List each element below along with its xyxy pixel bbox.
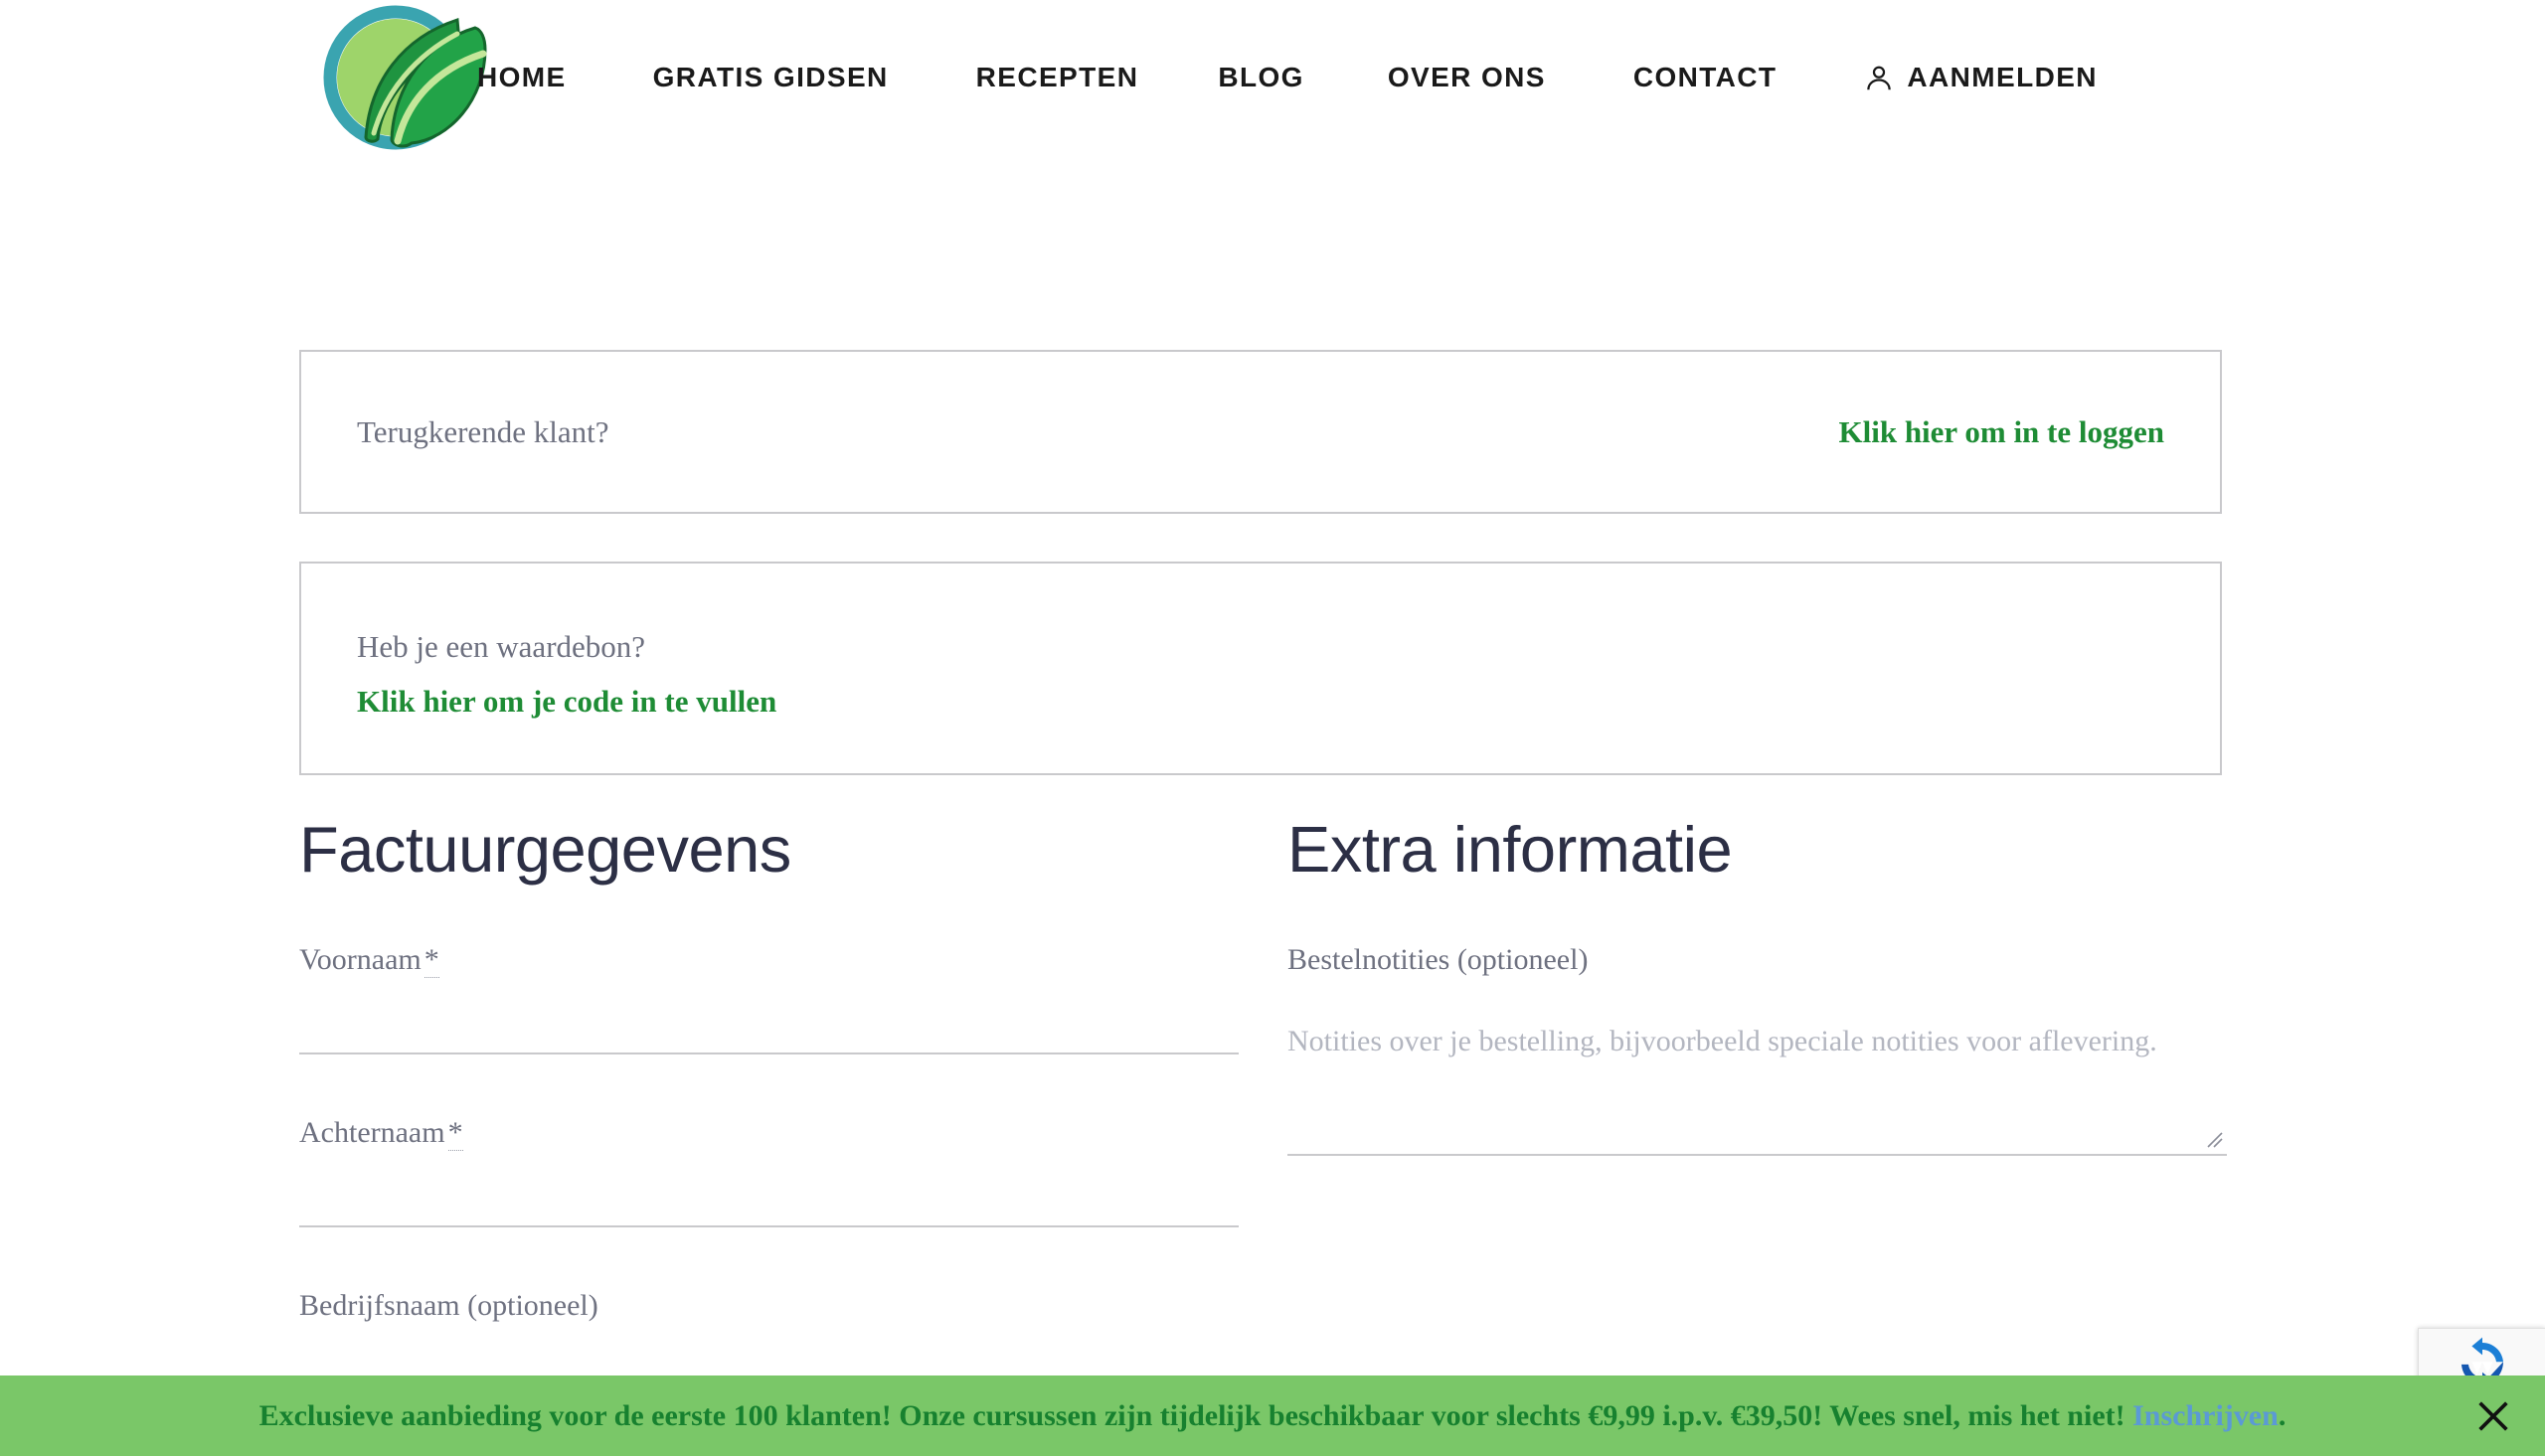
site-logo[interactable] — [308, 0, 497, 179]
nav-item-home[interactable]: HOME — [477, 62, 567, 93]
coupon-link[interactable]: Klik hier om je code in te vullen — [357, 684, 2164, 720]
checkout-page: HOME GRATIS GIDSEN RECEPTEN BLOG OVER ON… — [0, 0, 2545, 1456]
bestelnotities-textarea[interactable] — [1287, 1058, 2227, 1156]
field-achternaam-label: Achternaam * — [299, 1116, 463, 1151]
billing-section: Factuurgegevens Voornaam * Achternaam * Be… — [299, 817, 1239, 1400]
nav-item-blog[interactable]: BLOG — [1218, 62, 1303, 93]
field-achternaam: Achternaam * — [299, 1116, 1239, 1227]
promo-close-button[interactable] — [2473, 1396, 2513, 1436]
nav-item-over-ons[interactable]: OVER ONS — [1388, 62, 1546, 93]
promo-message-text: Exclusieve aanbieding voor de eerste 100… — [258, 1398, 2133, 1432]
nav-item-aanmelden[interactable]: AANMELDEN — [1864, 62, 2097, 93]
field-bedrijfsnaam-label: Bedrijfsnaam (optioneel) — [299, 1289, 598, 1322]
voornaam-input[interactable] — [299, 979, 1239, 1054]
close-icon — [2478, 1400, 2508, 1431]
required-marker: * — [447, 1116, 463, 1151]
site-header: HOME GRATIS GIDSEN RECEPTEN BLOG OVER ON… — [0, 0, 2545, 181]
main-navigation: HOME GRATIS GIDSEN RECEPTEN BLOG OVER ON… — [477, 62, 2098, 93]
nav-item-aanmelden-label: AANMELDEN — [1907, 62, 2098, 92]
promo-message: Exclusieve aanbieding voor de eerste 100… — [259, 1399, 2287, 1433]
field-voornaam: Voornaam * — [299, 943, 1239, 1054]
billing-title: Factuurgegevens — [299, 813, 791, 886]
returning-customer-text: Terugkerende klant? — [357, 413, 609, 449]
nav-item-recepten[interactable]: RECEPTEN — [976, 62, 1139, 93]
login-link[interactable]: Klik hier om in te loggen — [1838, 414, 2164, 450]
required-marker: * — [424, 943, 439, 978]
resize-grip-icon[interactable] — [2203, 1128, 2225, 1150]
extra-info-title: Extra informatie — [1287, 813, 1733, 886]
user-icon — [1864, 64, 1894, 93]
promo-message-tail: . — [2278, 1398, 2287, 1432]
promo-banner: Exclusieve aanbieding voor de eerste 100… — [0, 1375, 2545, 1456]
coupon-text: Heb je een waardebon? — [357, 629, 646, 664]
nav-item-gratis-gidsen[interactable]: GRATIS GIDSEN — [653, 62, 889, 93]
bestelnotities-placeholder: Notities over je bestelling, bijvoorbeel… — [1287, 1025, 2157, 1057]
extra-info-section: Extra informatie Bestelnotities (optione… — [1287, 817, 2227, 1156]
field-bestelnotities: Bestelnotities (optioneel) Notities over… — [1287, 943, 2227, 1156]
field-voornaam-label: Voornaam * — [299, 943, 439, 978]
returning-customer-notice: Terugkerende klant? Klik hier om in te l… — [299, 350, 2222, 514]
bestelnotities-label: Bestelnotities (optioneel) — [1287, 943, 1589, 976]
achternaam-input[interactable] — [299, 1152, 1239, 1227]
leaf-logo-icon — [323, 5, 487, 150]
nav-item-contact[interactable]: CONTACT — [1633, 62, 1778, 93]
coupon-notice: Heb je een waardebon? Klik hier om je co… — [299, 562, 2222, 775]
promo-signup-link[interactable]: Inschrijven — [2132, 1399, 2279, 1432]
